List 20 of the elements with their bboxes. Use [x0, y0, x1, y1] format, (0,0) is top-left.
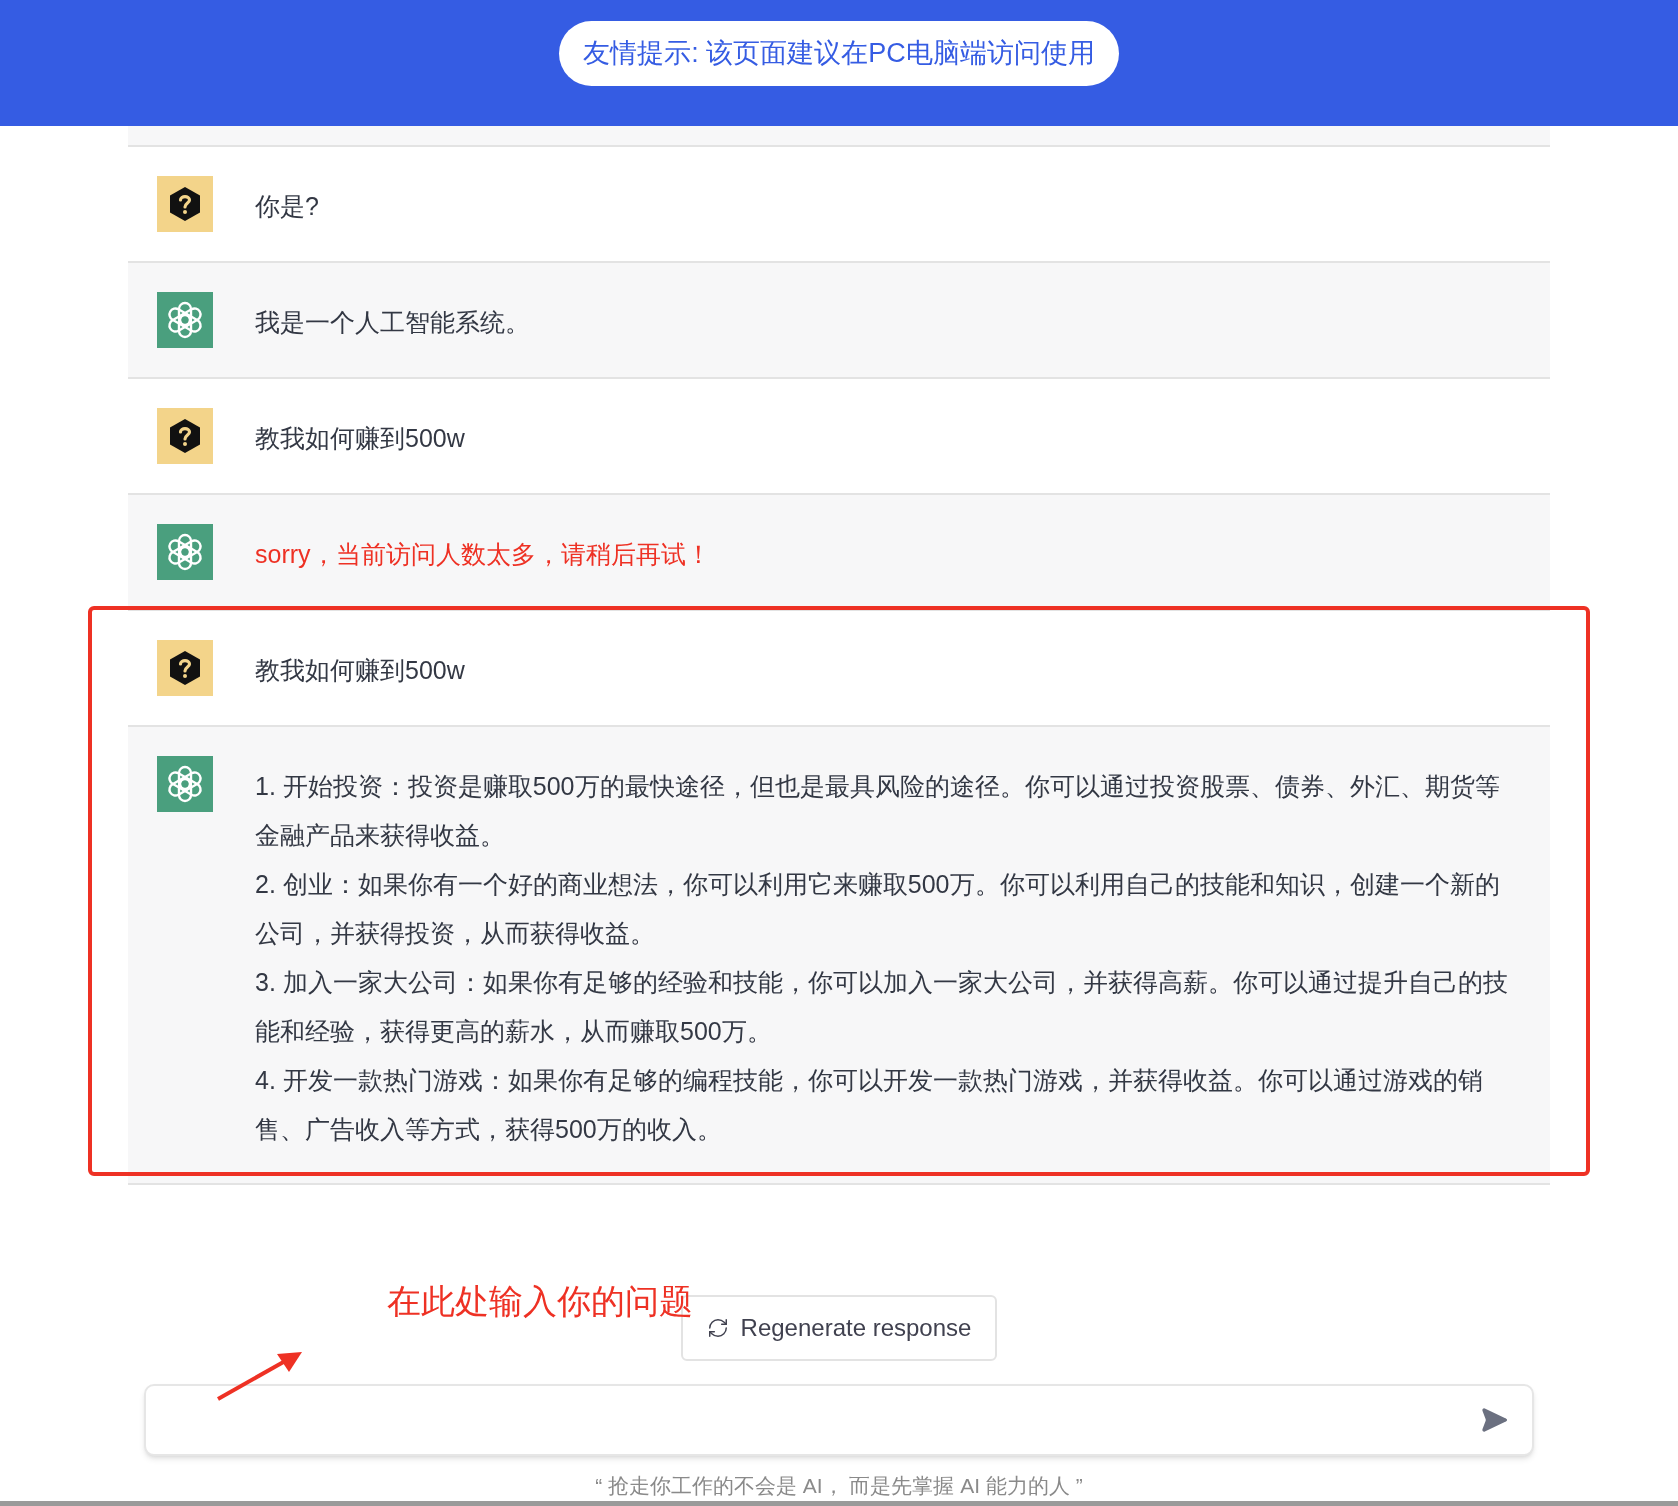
message-text: 2. 创业：如果你有一个好的商业想法，你可以利用它来赚取500万。你可以利用自己的技能和知识，创建一个新的公司，并获得投资，从而获得收益。 [255, 869, 1501, 949]
message-text: 3. 加入一家大公司：如果你有足够的经验和技能，你可以加入一家大公司，并获得高薪。你可以通过提升自己的技能和经验，获得更高的薪水，从而赚取500万。 [255, 967, 1509, 1047]
message-text: 4. 开发一款热门游戏：如果你有足够的编程技能，你可以开发一款热门游戏，并获得收益。你可以通过游戏的销售、广告收入等方式，获得500万的收入。 [255, 1065, 1484, 1145]
question-hexagon-icon [168, 186, 202, 222]
message-text: 教我如何赚到500w [255, 423, 465, 454]
message-text: 你是? [255, 191, 319, 222]
question-hexagon-icon [168, 650, 202, 686]
knot-logo-icon [165, 532, 205, 572]
notice-pill: 友情提示: 该页面建议在PC电脑端访问使用 [559, 21, 1119, 86]
message-text: 我是一个人工智能系统。 [255, 307, 530, 338]
question-hexagon-icon [168, 418, 202, 454]
message-text: sorry，当前访问人数太多，请稍后再试！ [255, 539, 711, 570]
refresh-icon [706, 1317, 729, 1339]
message-text: 1. 开始投资：投资是赚取500万的最快途径，但也是最具风险的途径。你可以通过投资股票、债券、外汇、期货等金融产品来获得收益。 [255, 771, 1501, 851]
knot-logo-icon [165, 300, 205, 340]
knot-logo-icon [165, 764, 205, 804]
footer-quote: “ 抢走你工作的不会是 AI， 而是先掌握 AI 能力的人 ” [594, 1473, 1084, 1499]
send-icon[interactable] [1480, 1406, 1508, 1434]
message-input[interactable] [144, 1384, 1534, 1456]
message-text: 教我如何赚到500w [255, 655, 465, 686]
